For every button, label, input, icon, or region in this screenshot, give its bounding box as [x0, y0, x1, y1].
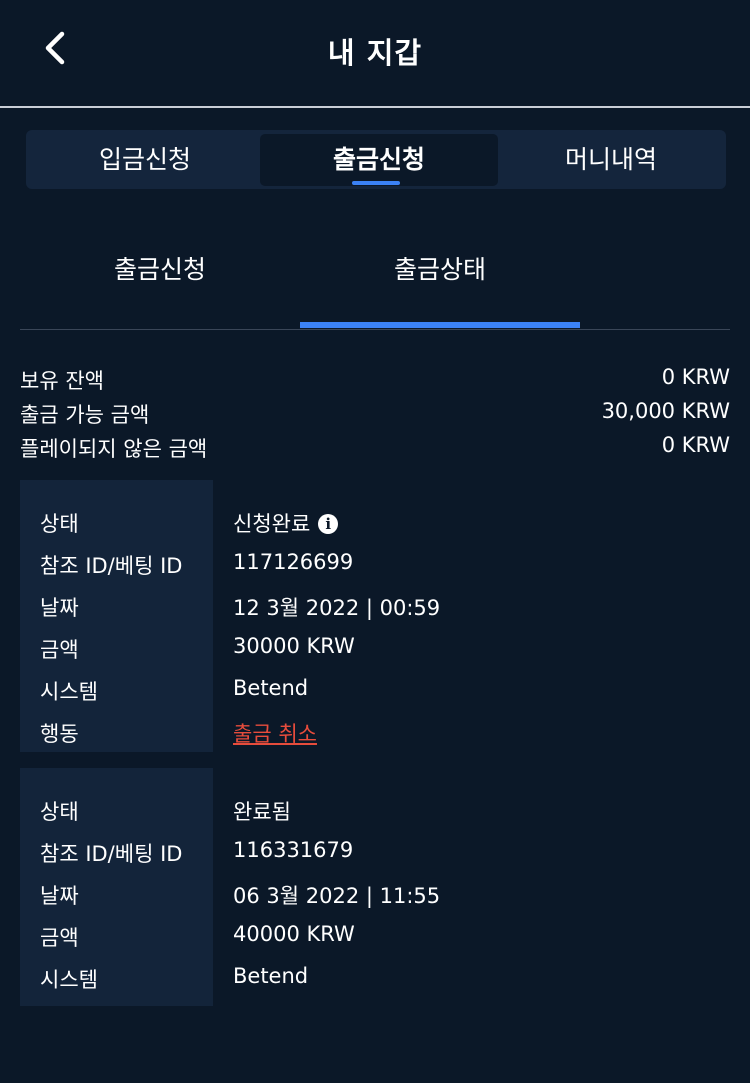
subtab-withdraw-status[interactable]: 출금상태 — [300, 250, 580, 286]
record-row-system: 시스템 Betend — [20, 668, 730, 710]
page-title: 내 지갑 — [327, 36, 423, 70]
date-label: 날짜 — [40, 596, 79, 620]
sub-tab-bar: 출금신청 출금상태 — [20, 230, 730, 330]
held-balance-value: 0 KRW — [661, 365, 730, 389]
unplayed-amount-value: 0 KRW — [661, 433, 730, 457]
active-tab-indicator — [352, 181, 400, 185]
date-value: 06 3월 2022 | 11:55 — [233, 884, 441, 908]
tab-deposit-request[interactable]: 입금신청 — [26, 134, 264, 186]
amount-label: 금액 — [40, 926, 79, 950]
amount-value: 40000 KRW — [233, 922, 355, 946]
cancel-withdrawal-link[interactable]: 출금 취소 — [233, 718, 317, 748]
date-value: 12 3월 2022 | 00:59 — [233, 596, 441, 620]
balance-row-unplayed: 플레이되지 않은 금액 0 KRW — [20, 431, 730, 465]
ref-id-label: 참조 ID/베팅 ID — [40, 554, 183, 578]
system-value: Betend — [233, 964, 309, 988]
system-label: 시스템 — [40, 680, 98, 704]
status-label: 상태 — [40, 800, 79, 824]
tab-money-history[interactable]: 머니내역 — [492, 134, 730, 186]
balance-summary: 보유 잔액 0 KRW 출금 가능 금액 30,000 KRW 플레이되지 않은… — [20, 363, 730, 465]
status-value: 신청완료 i — [233, 508, 339, 538]
record-row-action: 행동 출금 취소 — [20, 710, 730, 752]
ref-id-value: 116331679 — [233, 838, 354, 862]
balance-row-withdrawable: 출금 가능 금액 30,000 KRW — [20, 397, 730, 431]
subtab-withdraw-request[interactable]: 출금신청 — [20, 250, 300, 286]
record-row-amount: 금액 30000 KRW — [20, 626, 730, 668]
action-label: 행동 — [40, 722, 79, 746]
system-value: Betend — [233, 676, 309, 700]
balance-row-held: 보유 잔액 0 KRW — [20, 363, 730, 397]
status-label: 상태 — [40, 512, 79, 536]
withdrawal-record: 상태 완료됨 참조 ID/베팅 ID 116331679 날짜 06 3월 20… — [20, 768, 730, 1006]
record-row-ref-id: 참조 ID/베팅 ID 116331679 — [20, 830, 730, 872]
date-label: 날짜 — [40, 884, 79, 908]
held-balance-label: 보유 잔액 — [20, 369, 104, 393]
active-subtab-indicator — [300, 322, 580, 328]
system-label: 시스템 — [40, 968, 98, 992]
tab-withdraw-request-label: 출금신청 — [332, 145, 425, 174]
record-row-date: 날짜 12 3월 2022 | 00:59 — [20, 584, 730, 626]
status-value: 완료됨 — [233, 800, 291, 824]
ref-id-label: 참조 ID/베팅 ID — [40, 842, 183, 866]
status-text: 신청완료 — [233, 512, 311, 536]
app-header: 내 지갑 — [0, 0, 750, 108]
unplayed-amount-label: 플레이되지 않은 금액 — [20, 437, 208, 461]
ref-id-value: 117126699 — [233, 550, 354, 574]
record-row-status: 상태 완료됨 — [20, 788, 730, 830]
amount-label: 금액 — [40, 638, 79, 662]
record-row-ref-id: 참조 ID/베팅 ID 117126699 — [20, 542, 730, 584]
withdrawal-record: 상태 신청완료 i 참조 ID/베팅 ID 117126699 날짜 12 3월 … — [20, 480, 730, 752]
withdrawable-amount-value: 30,000 KRW — [601, 399, 730, 423]
main-tab-bar: 입금신청 출금신청 머니내역 — [26, 130, 726, 189]
record-row-date: 날짜 06 3월 2022 | 11:55 — [20, 872, 730, 914]
amount-value: 30000 KRW — [233, 634, 355, 658]
record-row-system: 시스템 Betend — [20, 956, 730, 998]
info-icon[interactable]: i — [318, 514, 339, 534]
tab-withdraw-request[interactable]: 출금신청 — [260, 134, 498, 186]
withdrawable-amount-label: 출금 가능 금액 — [20, 403, 150, 427]
record-row-amount: 금액 40000 KRW — [20, 914, 730, 956]
record-row-status: 상태 신청완료 i — [20, 500, 730, 542]
